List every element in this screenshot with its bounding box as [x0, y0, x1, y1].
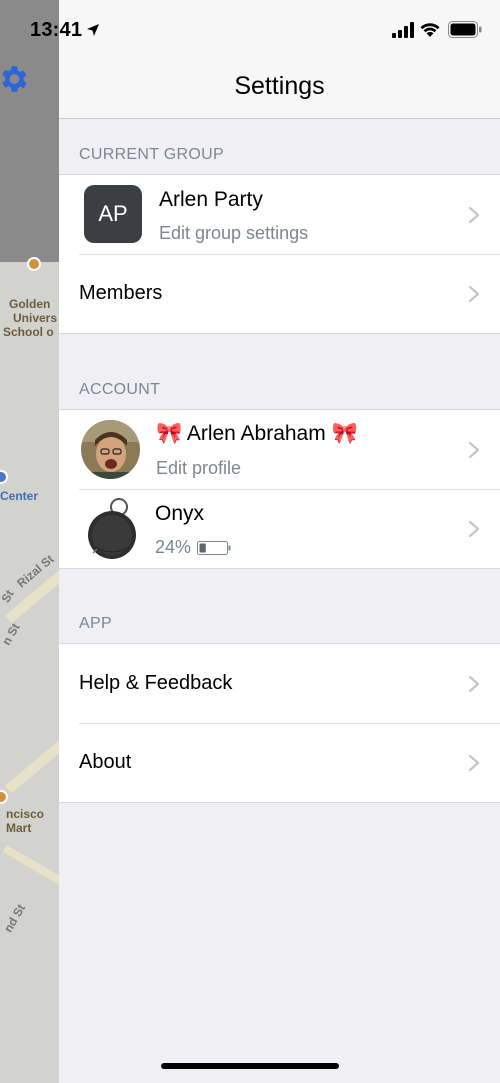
chevron-right-icon	[468, 520, 480, 537]
group-row[interactable]: AP Arlen Party Edit group settings	[59, 175, 500, 254]
group-subtitle: Edit group settings	[159, 223, 309, 243]
status-bar: 13:41	[0, 0, 500, 60]
map-label: Center	[0, 489, 39, 503]
app-section: Help & Feedback About	[59, 643, 500, 803]
current-group-section: AP Arlen Party Edit group settings Membe…	[59, 174, 500, 334]
device-battery-percent: 24%	[155, 537, 192, 557]
chevron-right-icon	[468, 285, 480, 302]
profile-row[interactable]: 🎀 Arlen Abraham 🎀 Edit profile	[59, 410, 500, 489]
profile-subtitle: Edit profile	[156, 458, 242, 478]
map-label: Univers	[13, 311, 58, 325]
device-name: Onyx	[155, 502, 205, 525]
about-row[interactable]: About	[59, 723, 500, 802]
map-label: Golden	[9, 297, 51, 311]
help-feedback-row[interactable]: Help & Feedback	[59, 644, 500, 723]
chevron-right-icon	[468, 754, 480, 771]
map-label: School o	[3, 325, 54, 339]
members-row[interactable]: Members	[59, 254, 500, 333]
home-indicator[interactable]	[161, 1063, 339, 1069]
map-poi-icon	[27, 257, 41, 271]
battery-icon	[448, 21, 482, 38]
avatar	[81, 420, 140, 479]
map-label: Mart	[6, 821, 32, 835]
account-section: 🎀 Arlen Abraham 🎀 Edit profile Onyx 24%	[59, 409, 500, 569]
section-header-current-group: CURRENT GROUP	[79, 146, 224, 163]
device-row[interactable]: Onyx 24%	[59, 489, 500, 568]
location-arrow-icon	[87, 24, 99, 36]
section-header-account: ACCOUNT	[79, 381, 161, 398]
section-header-app: APP	[79, 615, 112, 632]
map-background: Golden Univers School o Center Rizal St …	[0, 0, 59, 1083]
profile-name: 🎀 Arlen Abraham 🎀	[156, 422, 358, 445]
group-avatar: AP	[84, 185, 142, 243]
gear-icon[interactable]	[0, 62, 30, 96]
wifi-icon	[420, 23, 440, 37]
members-label: Members	[79, 282, 163, 304]
tracker-device-icon	[88, 498, 136, 559]
cellular-signal-icon	[392, 22, 414, 38]
page-title: Settings	[234, 72, 325, 100]
device-battery: 24%	[155, 537, 231, 558]
map-area	[0, 262, 59, 1083]
group-name: Arlen Party	[159, 188, 263, 211]
about-label: About	[79, 751, 132, 773]
chevron-right-icon	[468, 441, 480, 458]
chevron-right-icon	[468, 675, 480, 692]
battery-icon	[197, 541, 231, 556]
help-feedback-label: Help & Feedback	[79, 672, 233, 694]
chevron-right-icon	[468, 206, 480, 223]
status-time: 13:41	[30, 19, 83, 41]
map-label: ncisco	[6, 807, 45, 821]
settings-drawer: Settings CURRENT GROUP AP Arlen Party Ed…	[59, 0, 500, 1083]
